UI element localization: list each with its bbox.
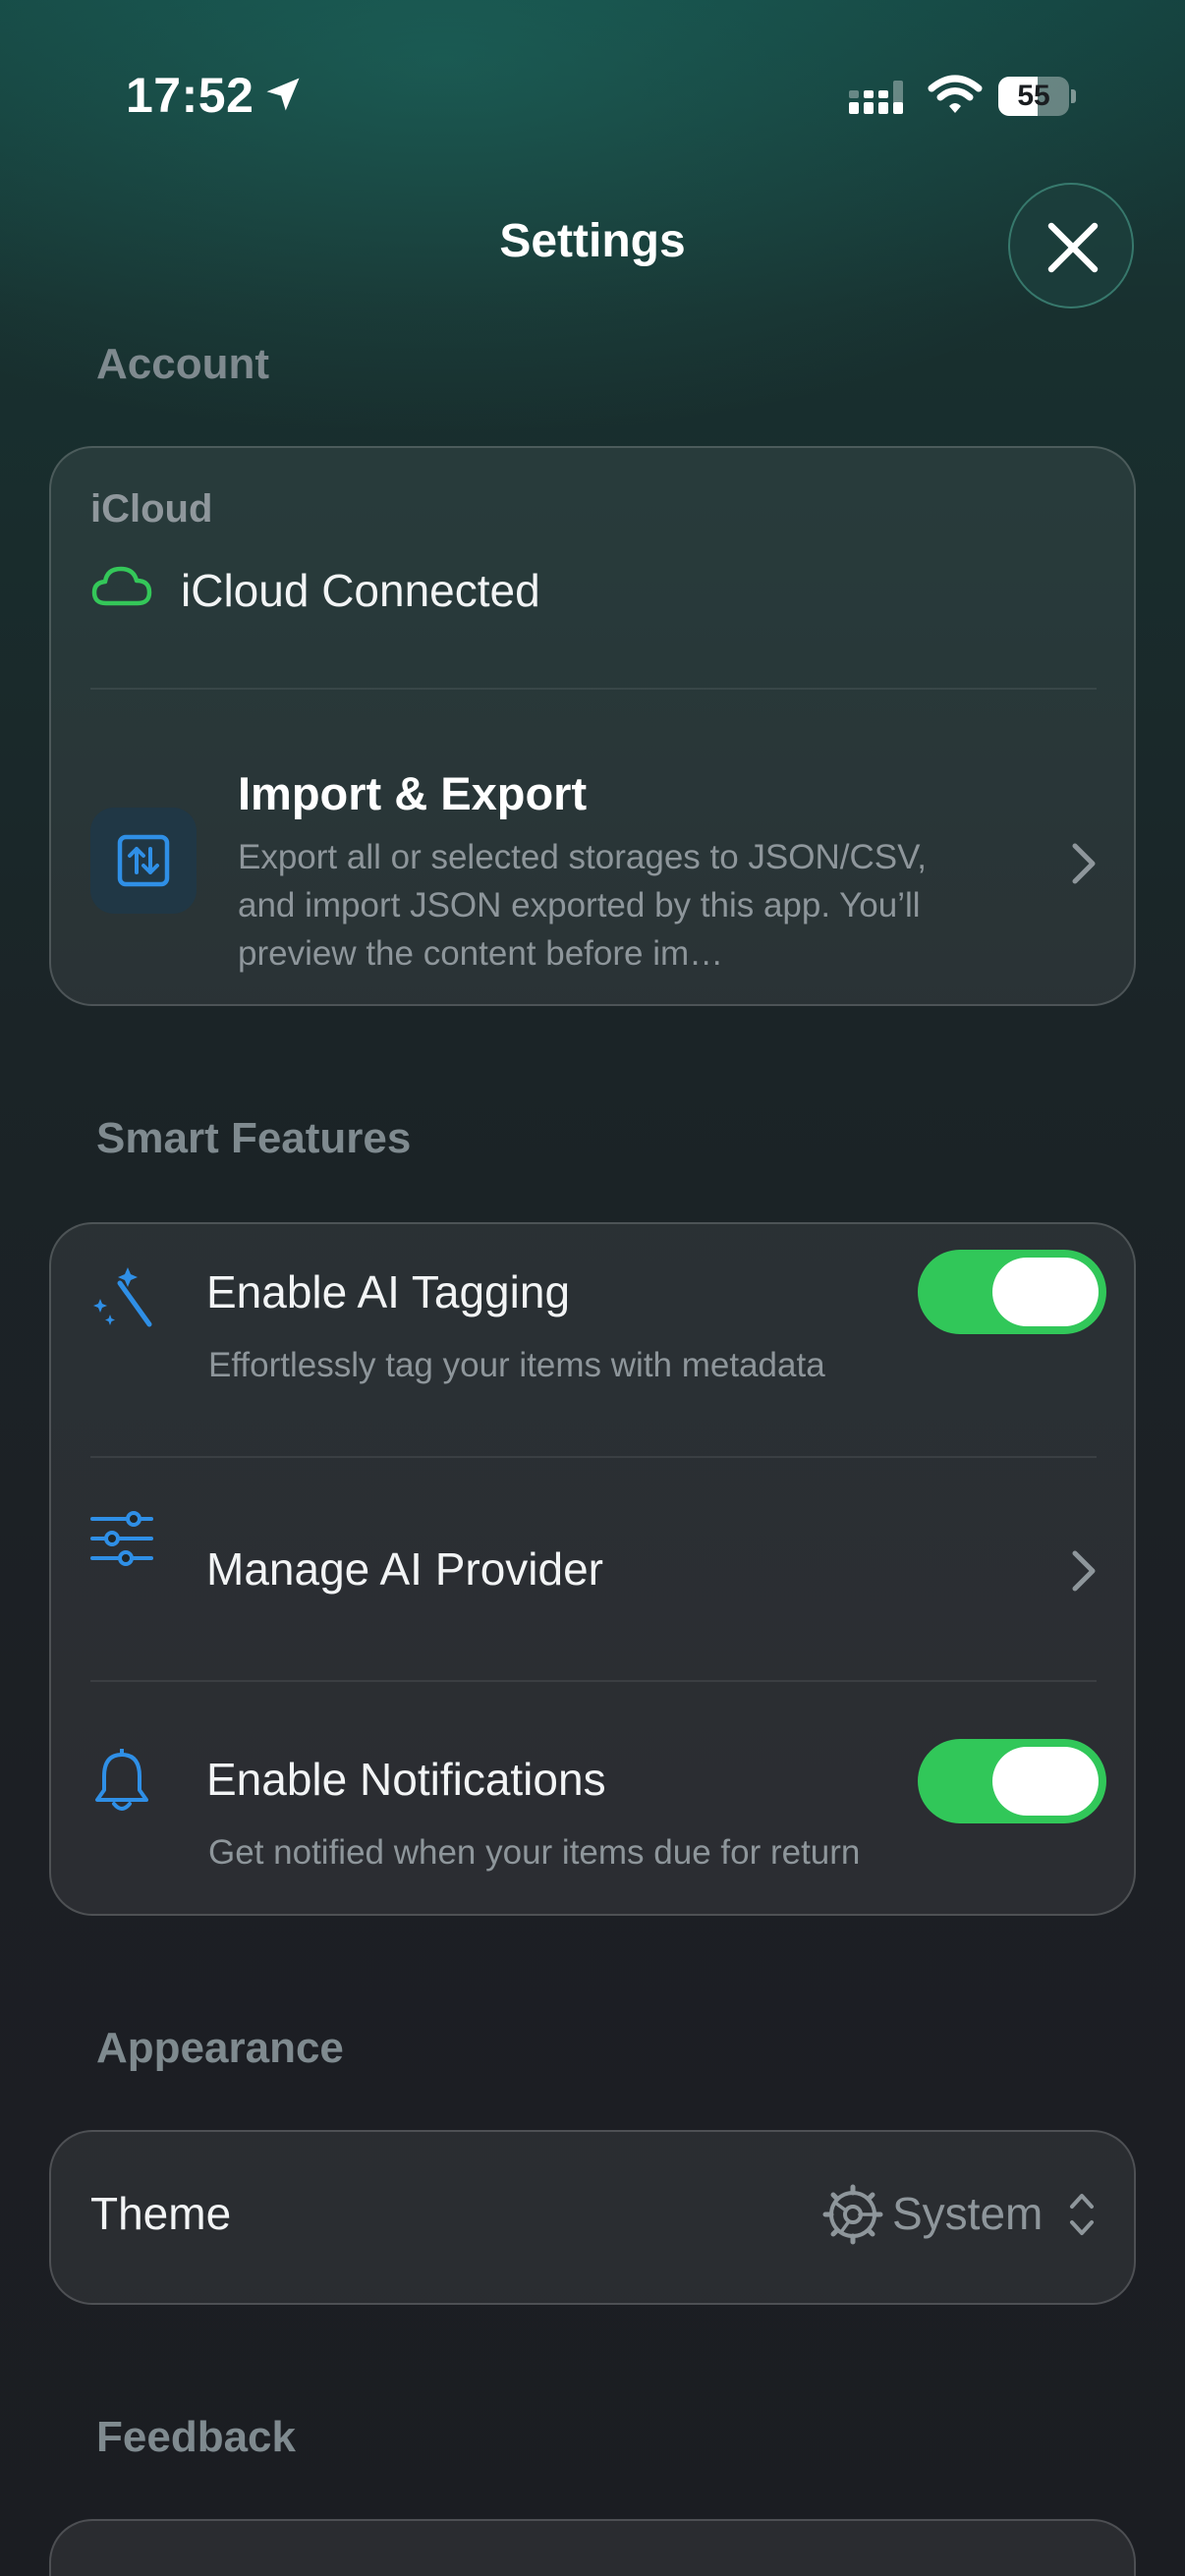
notifications-title: Enable Notifications — [206, 1754, 606, 1805]
section-header-appearance: Appearance — [96, 2024, 344, 2072]
magic-wand-icon — [93, 1267, 152, 1327]
notifications-subtitle: Get notified when your items due for ret… — [208, 1833, 861, 1872]
appearance-card: Theme System — [49, 2130, 1136, 2305]
settings-screen: 17:52 55 Settings Account iCloud iCloud … — [0, 0, 1185, 2576]
cellular-signal-icon — [849, 81, 903, 114]
notifications-toggle[interactable] — [918, 1739, 1106, 1823]
section-header-smart-features: Smart Features — [96, 1114, 412, 1162]
toggle-knob — [992, 1258, 1099, 1326]
wifi-icon — [928, 75, 983, 113]
bell-icon — [95, 1749, 148, 1811]
cloud-icon — [91, 566, 152, 606]
ai-tagging-title: Enable AI Tagging — [206, 1266, 571, 1317]
chevron-right-icon — [1072, 843, 1096, 884]
status-time: 17:52 — [126, 68, 254, 123]
battery-icon: 55 — [998, 77, 1077, 116]
import-export-icon-box — [90, 808, 197, 914]
divider — [90, 1680, 1097, 1682]
close-button[interactable] — [1008, 183, 1134, 308]
location-arrow-icon — [266, 78, 300, 111]
import-export-title: Import & Export — [238, 767, 588, 819]
ai-tagging-toggle[interactable] — [918, 1250, 1106, 1334]
import-export-description: Export all or selected storages to JSON/… — [238, 838, 927, 973]
theme-value: System — [892, 2188, 1044, 2239]
sliders-icon — [90, 1511, 153, 1566]
xmark-icon — [1047, 222, 1099, 273]
section-header-feedback: Feedback — [96, 2413, 296, 2461]
divider — [90, 1456, 1097, 1458]
page-title: Settings — [499, 215, 686, 267]
smart-features-card: Enable AI Tagging Effortlessly tag your … — [49, 1222, 1136, 1916]
battery-percentage: 55 — [1017, 80, 1050, 112]
feedback-card — [49, 2519, 1136, 2576]
gear-icon — [822, 2184, 883, 2245]
icloud-status: iCloud Connected — [181, 565, 540, 616]
theme-label: Theme — [90, 2188, 232, 2239]
account-card: iCloud iCloud Connected Import & Export … — [49, 446, 1136, 1006]
chevron-up-down-icon — [1070, 2194, 1094, 2235]
divider — [90, 688, 1097, 690]
toggle-knob — [992, 1747, 1099, 1816]
chevron-right-icon — [1072, 1550, 1096, 1592]
arrow-up-down-square-icon — [117, 834, 170, 887]
icloud-label: iCloud — [90, 487, 213, 531]
ai-tagging-subtitle: Effortlessly tag your items with metadat… — [208, 1346, 825, 1384]
section-header-account: Account — [96, 340, 269, 388]
manage-ai-provider-title: Manage AI Provider — [206, 1543, 604, 1595]
